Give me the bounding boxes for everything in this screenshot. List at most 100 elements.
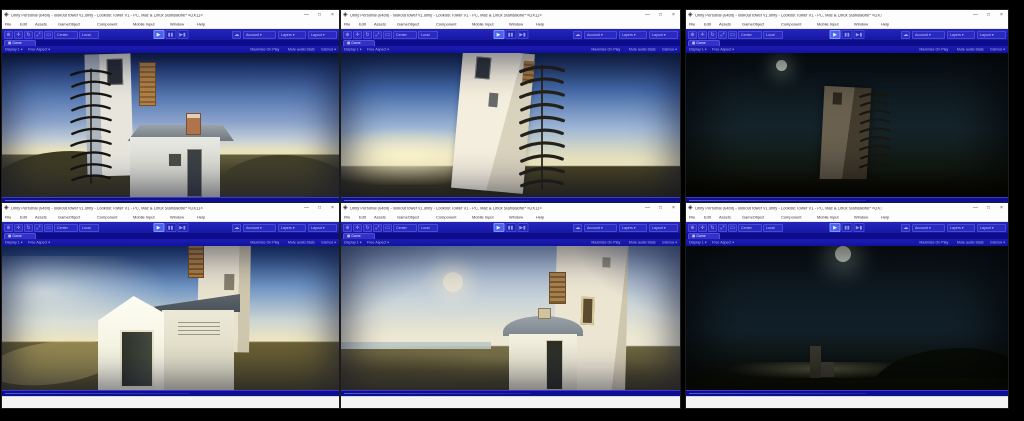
menu-edit[interactable]: Edit <box>359 216 366 220</box>
game-viewport[interactable] <box>341 246 680 390</box>
maximize-button[interactable]: □ <box>313 203 326 214</box>
hand-tool-icon[interactable]: ⊕ <box>688 31 697 39</box>
menu-window[interactable]: Window <box>170 216 184 220</box>
menu-help[interactable]: Help <box>881 23 889 27</box>
gizmos-dropdown[interactable]: Gizmos ▾ <box>990 240 1005 244</box>
menu-assets[interactable]: Assets <box>719 216 731 220</box>
maximize-button[interactable]: □ <box>982 10 995 21</box>
scale-tool-icon[interactable]: ⤢ <box>718 224 727 232</box>
game-viewport[interactable] <box>686 53 1008 197</box>
display-dropdown[interactable]: Display 1 ▾ <box>344 47 362 51</box>
stats-toggle[interactable]: Stats <box>307 48 315 52</box>
minimize-button[interactable]: — <box>641 10 654 21</box>
pivot-toggle[interactable]: Center <box>393 224 417 232</box>
menu-window[interactable]: Window <box>854 216 868 220</box>
display-dropdown[interactable]: Display 1 ▾ <box>689 47 707 51</box>
tab-game[interactable]: ▦ Game <box>4 40 36 46</box>
game-viewport[interactable] <box>341 53 680 197</box>
stats-toggle[interactable]: Stats <box>648 241 656 245</box>
minimize-button[interactable]: — <box>300 203 313 214</box>
pause-button[interactable]: ▮▮ <box>165 30 176 39</box>
scale-tool-icon[interactable]: ⤢ <box>34 31 43 39</box>
layout-dropdown[interactable]: Layout ▾ <box>308 31 337 39</box>
mute-audio-toggle[interactable]: Mute audio <box>287 241 305 245</box>
menu-file[interactable]: File <box>689 23 695 27</box>
close-button[interactable]: × <box>326 10 339 21</box>
menu-file[interactable]: File <box>344 23 350 27</box>
game-viewport[interactable] <box>2 53 339 197</box>
menu-gameobject[interactable]: GameObject <box>397 216 419 220</box>
pivot-toggle[interactable]: Center <box>54 224 78 232</box>
rect-tool-icon[interactable]: ▭ <box>44 224 53 232</box>
menu-file[interactable]: File <box>5 216 11 220</box>
stats-toggle[interactable]: Stats <box>307 241 315 245</box>
cloud-icon[interactable]: ☁ <box>573 31 582 39</box>
move-tool-icon[interactable]: ✛ <box>14 224 23 232</box>
scale-tool-icon[interactable]: ⤢ <box>373 224 382 232</box>
space-toggle[interactable]: Local <box>763 224 783 232</box>
account-dropdown[interactable]: Account ▾ <box>243 224 275 232</box>
menu-file[interactable]: File <box>689 216 695 220</box>
play-button[interactable]: ▶ <box>830 223 841 232</box>
menu-window[interactable]: Window <box>509 216 523 220</box>
menu-gameobject[interactable]: GameObject <box>742 216 764 220</box>
gizmos-dropdown[interactable]: Gizmos ▾ <box>990 47 1005 51</box>
aspect-dropdown[interactable]: Free Aspect ▾ <box>28 240 50 244</box>
pause-button[interactable]: ▮▮ <box>842 223 853 232</box>
hand-tool-icon[interactable]: ⊕ <box>688 224 697 232</box>
game-viewport[interactable] <box>686 246 1008 390</box>
menu-mobile-input[interactable]: Mobile Input <box>472 23 494 27</box>
rotate-tool-icon[interactable]: ↻ <box>708 31 717 39</box>
stats-toggle[interactable]: Stats <box>648 48 656 52</box>
menu-help[interactable]: Help <box>197 23 205 27</box>
gizmos-dropdown[interactable]: Gizmos ▾ <box>662 47 677 51</box>
status-bar[interactable] <box>341 390 680 396</box>
menu-component[interactable]: Component <box>97 216 117 220</box>
layout-dropdown[interactable]: Layout ▾ <box>308 224 337 232</box>
account-dropdown[interactable]: Account ▾ <box>243 31 275 39</box>
space-toggle[interactable]: Local <box>79 224 99 232</box>
account-dropdown[interactable]: Account ▾ <box>912 31 944 39</box>
aspect-dropdown[interactable]: Free Aspect ▾ <box>367 47 389 51</box>
menu-edit[interactable]: Edit <box>359 23 366 27</box>
status-bar[interactable] <box>2 390 339 396</box>
menu-assets[interactable]: Assets <box>719 23 731 27</box>
step-button[interactable]: ▶▮ <box>517 223 528 232</box>
gizmos-dropdown[interactable]: Gizmos ▾ <box>321 240 336 244</box>
menu-component[interactable]: Component <box>436 23 456 27</box>
layers-dropdown[interactable]: Layers ▾ <box>619 31 648 39</box>
pause-button[interactable]: ▮▮ <box>842 30 853 39</box>
display-dropdown[interactable]: Display 1 ▾ <box>689 240 707 244</box>
scale-tool-icon[interactable]: ⤢ <box>373 31 382 39</box>
menu-mobile-input[interactable]: Mobile Input <box>133 216 155 220</box>
step-button[interactable]: ▶▮ <box>177 30 188 39</box>
gizmos-dropdown[interactable]: Gizmos ▾ <box>321 47 336 51</box>
menu-help[interactable]: Help <box>536 23 544 27</box>
tab-game[interactable]: ▦ Game <box>343 233 375 239</box>
close-button[interactable]: × <box>667 10 680 21</box>
stats-toggle[interactable]: Stats <box>976 241 984 245</box>
rotate-tool-icon[interactable]: ↻ <box>363 224 372 232</box>
tab-game[interactable]: ▦ Game <box>343 40 375 46</box>
rect-tool-icon[interactable]: ▭ <box>728 31 737 39</box>
step-button[interactable]: ▶▮ <box>177 223 188 232</box>
menu-mobile-input[interactable]: Mobile Input <box>817 23 839 27</box>
maximize-button[interactable]: □ <box>654 203 667 214</box>
close-button[interactable]: × <box>995 203 1008 214</box>
maximize-button[interactable]: □ <box>982 203 995 214</box>
layout-dropdown[interactable]: Layout ▾ <box>649 224 678 232</box>
menu-component[interactable]: Component <box>97 23 117 27</box>
maximize-on-play-toggle[interactable]: Maximize On Play <box>920 241 949 245</box>
cloud-icon[interactable]: ☁ <box>901 224 910 232</box>
pause-button[interactable]: ▮▮ <box>165 223 176 232</box>
maximize-on-play-toggle[interactable]: Maximize On Play <box>920 48 949 52</box>
mute-audio-toggle[interactable]: Mute audio <box>956 241 974 245</box>
cloud-icon[interactable]: ☁ <box>232 31 241 39</box>
rect-tool-icon[interactable]: ▭ <box>44 31 53 39</box>
menu-gameobject[interactable]: GameObject <box>397 23 419 27</box>
close-button[interactable]: × <box>326 203 339 214</box>
maximize-on-play-toggle[interactable]: Maximize On Play <box>592 48 621 52</box>
menu-assets[interactable]: Assets <box>35 23 47 27</box>
menu-window[interactable]: Window <box>854 23 868 27</box>
play-button[interactable]: ▶ <box>153 30 164 39</box>
